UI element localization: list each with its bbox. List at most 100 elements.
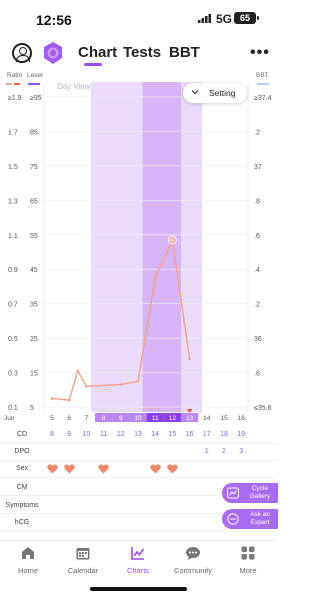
cd-cell: 18 <box>220 431 228 438</box>
y-tick-bbt: .6 <box>254 233 260 240</box>
row-label-sex: Sex <box>15 465 29 472</box>
y-tick-level: 65 <box>30 198 38 205</box>
x-date-label: 14 <box>203 415 211 422</box>
heart-icon <box>63 464 75 474</box>
row-label-cd: CD <box>16 431 28 438</box>
heart-icon <box>149 464 161 474</box>
y-tick-ratio: 1.1 <box>8 233 18 240</box>
more-grid-icon <box>241 546 255 560</box>
data-point <box>153 276 157 280</box>
y-tick-level: 45 <box>30 267 38 274</box>
cd-cell: 19 <box>237 431 246 438</box>
cycle-gallery-button[interactable]: Cycle Gallery <box>222 483 278 503</box>
cd-cell: 13 <box>134 431 142 438</box>
x-month-label: Jun <box>4 415 15 422</box>
y-tick-level: 25 <box>30 336 38 343</box>
row-label-dpo: DPO <box>14 448 30 455</box>
y-tick-level: 15 <box>30 371 38 378</box>
cd-cell: 14 <box>151 431 160 438</box>
x-date-label: 8 <box>102 415 106 422</box>
data-point <box>85 385 88 388</box>
battery-icon: 65 <box>234 12 259 24</box>
day-view-label: Day View <box>57 82 91 91</box>
nav-home[interactable]: Home <box>2 545 54 575</box>
heart-icon <box>167 464 178 474</box>
row-label-hcg: hCG <box>14 519 30 526</box>
gallery-chart-icon <box>227 487 239 499</box>
y-tick-ratio: 0.7 <box>8 302 18 309</box>
x-date-label: 12 <box>169 415 177 422</box>
x-date-label: 13 <box>186 415 194 422</box>
y-tick-bbt: .4 <box>254 267 260 274</box>
y-tick-level: 5 <box>30 405 34 412</box>
more-options-icon[interactable]: ••• <box>250 44 270 62</box>
y-tick-ratio: 0.9 <box>8 267 18 274</box>
tab-bbt[interactable]: BBT <box>169 44 200 61</box>
heart-icon <box>98 464 109 474</box>
dpo-cell: 3 <box>239 448 244 455</box>
profile-icon[interactable] <box>12 43 32 63</box>
cd-cell: 17 <box>202 431 211 438</box>
y-tick-bbt: .8 <box>254 371 260 378</box>
status-bar: 12:56 5G 65 <box>0 0 277 36</box>
nav-more[interactable]: More <box>222 545 274 575</box>
y-tick-ratio: 1.3 <box>8 198 18 205</box>
cd-cell: 15 <box>168 431 177 438</box>
y-tick-bbt: .2 <box>254 302 260 309</box>
x-date-label: 16 <box>238 415 246 422</box>
data-point <box>76 369 80 373</box>
y-tick-bbt: .8 <box>254 198 260 205</box>
nav-community[interactable]: Community <box>167 545 219 575</box>
y-tick-level: 85 <box>30 129 38 136</box>
y-tick-ratio: ≥1.9 <box>8 95 22 102</box>
home-icon <box>22 547 34 559</box>
x-date-label: 10 <box>134 415 142 422</box>
setting-button[interactable]: Setting <box>183 83 247 103</box>
dpo-cell: 1 <box>204 448 209 455</box>
nav-label: Community <box>174 566 212 575</box>
y-tick-ratio: 1.5 <box>8 164 18 171</box>
row-divider <box>0 531 277 532</box>
row-divider <box>0 460 277 461</box>
nav-charts[interactable]: Charts <box>112 545 164 575</box>
y-tick-ratio: 0.3 <box>8 371 18 378</box>
y-tick-bbt: ≤35.6 <box>254 405 272 412</box>
legend-ratio: Ratio <box>7 72 23 79</box>
data-point <box>188 357 191 361</box>
premium-badge-icon[interactable] <box>42 41 64 65</box>
tab-tests[interactable]: Tests <box>123 44 161 61</box>
y-tick-level: 75 <box>30 164 38 171</box>
nav-label: Home <box>17 566 38 575</box>
legend-bbt: BBT <box>256 72 269 79</box>
tab-chart[interactable]: Chart <box>78 44 117 61</box>
home-indicator <box>90 587 187 591</box>
data-point <box>136 379 140 383</box>
active-tab-indicator <box>84 63 102 66</box>
y-tick-bbt: ≥37.4 <box>254 95 272 102</box>
hormone-chart[interactable]: Day View ≥1.9 1.7 1.5 1.3 1.1 0.9 0.7 0.5 0.3 0.1… <box>0 80 277 425</box>
cd-cell: 11 <box>99 431 108 438</box>
y-tick-level: 35 <box>30 302 38 309</box>
row-divider <box>0 443 277 444</box>
chevron-down-icon <box>191 90 199 95</box>
cd-cell: 16 <box>185 431 194 438</box>
y-tick-bbt: 36 <box>254 336 262 343</box>
bottom-nav: Home Calendar Charts Community More <box>0 540 277 582</box>
ask-expert-button[interactable]: Ask an Expert <box>222 509 278 529</box>
cd-cell: 10 <box>82 431 91 438</box>
dpo-cell: 2 <box>222 448 226 455</box>
row-label-cm: CM <box>16 484 28 491</box>
expert-chat-icon <box>227 513 239 525</box>
nav-calendar[interactable]: Calendar <box>57 545 109 575</box>
y-tick-ratio: 0.1 <box>8 405 18 412</box>
x-date-label: 11 <box>152 415 159 422</box>
x-date-label: 7 <box>85 415 89 422</box>
row-label-symptoms: Symptoms <box>5 502 39 509</box>
signal-icon <box>198 14 211 23</box>
community-icon <box>186 547 200 560</box>
y-tick-level: ≥95 <box>30 95 42 102</box>
y-tick-level: 55 <box>30 233 38 240</box>
heart-icon <box>46 464 58 474</box>
y-tick-bbt: 37 <box>254 164 262 171</box>
network-type: 5G <box>216 12 233 26</box>
